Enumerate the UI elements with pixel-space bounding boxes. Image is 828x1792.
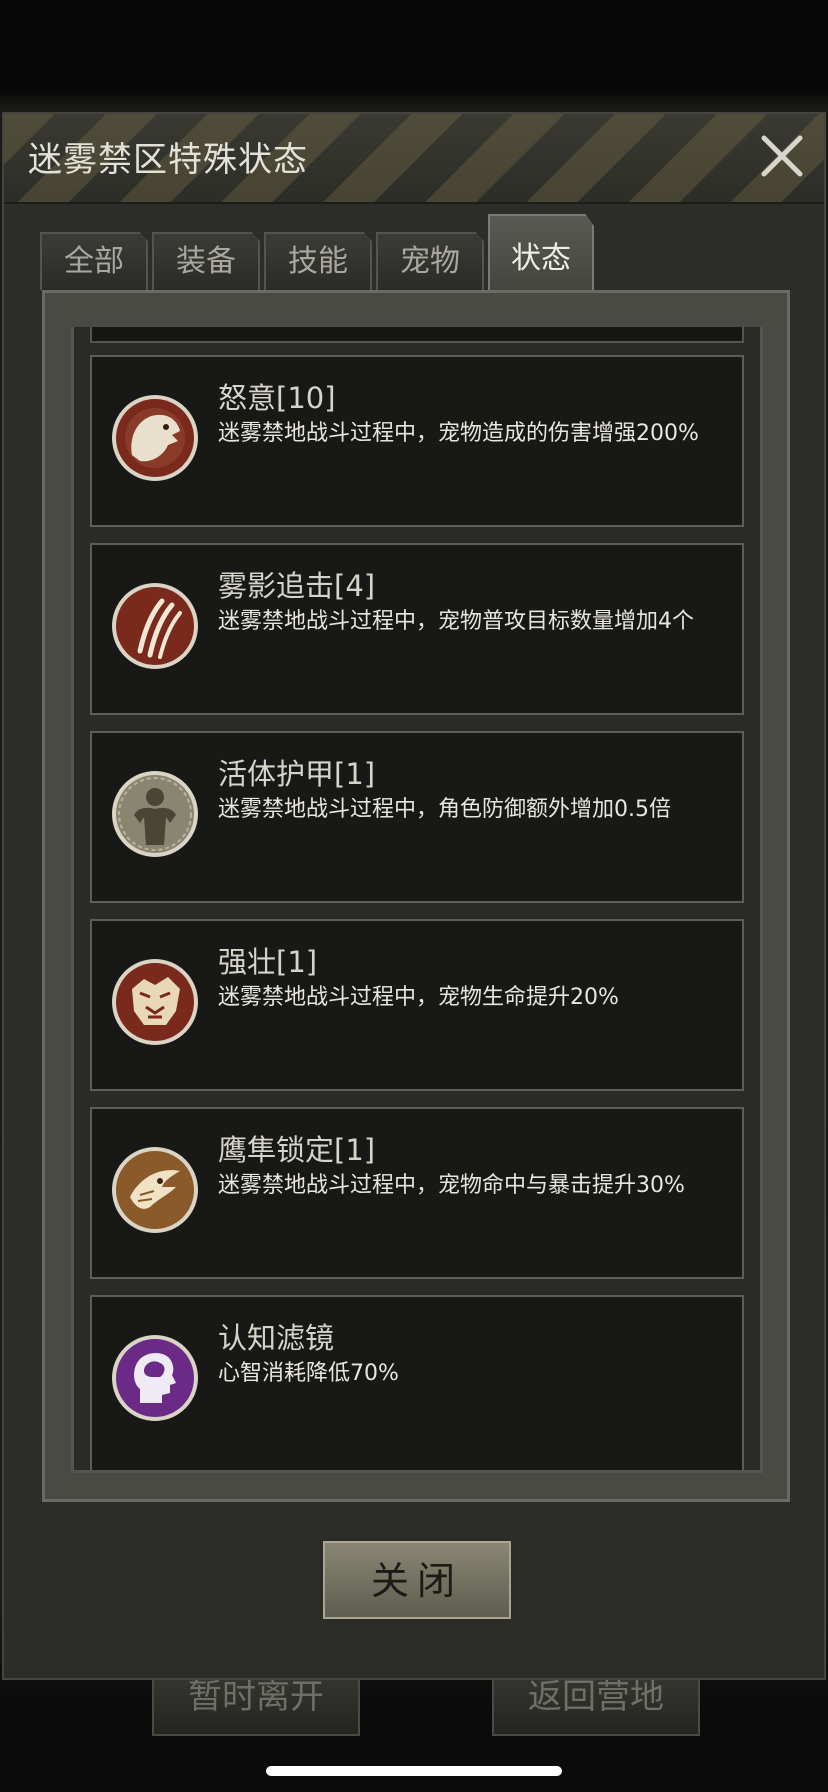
- list-item: 怒意[10] 迷雾禁地战斗过程中，宠物造成的伤害增强200%: [90, 355, 744, 527]
- list-item: 雾影追击[4] 迷雾禁地战斗过程中，宠物普攻目标数量增加4个: [90, 543, 744, 715]
- claw-marks-icon: [112, 583, 198, 669]
- status-dialog: 迷雾禁区特殊状态 全部 装备 技能 宠物 状态 怒意[10] 迷雾禁地战斗过程中…: [2, 112, 826, 1680]
- close-button[interactable]: 关闭: [320, 1538, 514, 1622]
- list-top-edge: [90, 327, 744, 343]
- item-description: 迷雾禁地战斗过程中，宠物命中与暴击提升30%: [218, 1173, 685, 1198]
- tab-skills[interactable]: 技能: [264, 232, 372, 290]
- item-title: 活体护甲[1]: [218, 757, 376, 791]
- list-item: 认知滤镜 心智消耗降低70%: [90, 1295, 744, 1470]
- tab-pets[interactable]: 宠物: [376, 232, 484, 290]
- brain-head-icon: [112, 1335, 198, 1421]
- list-item: 强壮[1] 迷雾禁地战斗过程中，宠物生命提升20%: [90, 919, 744, 1091]
- content-panel: 怒意[10] 迷雾禁地战斗过程中，宠物造成的伤害增强200% 雾影追击[4] 迷…: [42, 290, 790, 1502]
- dialog-title: 迷雾禁区特殊状态: [28, 140, 308, 180]
- armored-body-icon: [112, 771, 198, 857]
- tab-status[interactable]: 状态: [488, 214, 594, 290]
- close-icon[interactable]: [754, 128, 810, 184]
- tab-all[interactable]: 全部: [40, 232, 148, 290]
- home-indicator[interactable]: [266, 1766, 562, 1776]
- item-title: 鹰隼锁定[1]: [218, 1133, 376, 1167]
- tiger-head-icon: [112, 959, 198, 1045]
- list-item: 鹰隼锁定[1] 迷雾禁地战斗过程中，宠物命中与暴击提升30%: [90, 1107, 744, 1279]
- item-title: 强壮[1]: [218, 945, 318, 979]
- eagle-icon: [112, 1147, 198, 1233]
- item-description: 心智消耗降低70%: [218, 1361, 399, 1386]
- dialog-header: 迷雾禁区特殊状态: [4, 114, 824, 204]
- list-item: 活体护甲[1] 迷雾禁地战斗过程中，角色防御额外增加0.5倍: [90, 731, 744, 903]
- item-title: 认知滤镜: [218, 1321, 335, 1355]
- item-description: 迷雾禁地战斗过程中，宠物生命提升20%: [218, 985, 619, 1010]
- tab-bar: 全部 装备 技能 宠物 状态: [40, 214, 800, 290]
- tab-equipment[interactable]: 装备: [152, 232, 260, 290]
- roaring-beast-icon: [112, 395, 198, 481]
- item-description: 迷雾禁地战斗过程中，角色防御额外增加0.5倍: [218, 797, 671, 822]
- item-title: 怒意[10]: [218, 381, 336, 415]
- item-description: 迷雾禁地战斗过程中，宠物普攻目标数量增加4个: [218, 609, 694, 634]
- item-description: 迷雾禁地战斗过程中，宠物造成的伤害增强200%: [218, 421, 699, 446]
- status-list[interactable]: 怒意[10] 迷雾禁地战斗过程中，宠物造成的伤害增强200% 雾影追击[4] 迷…: [71, 327, 763, 1473]
- item-title: 雾影追击[4]: [218, 569, 376, 603]
